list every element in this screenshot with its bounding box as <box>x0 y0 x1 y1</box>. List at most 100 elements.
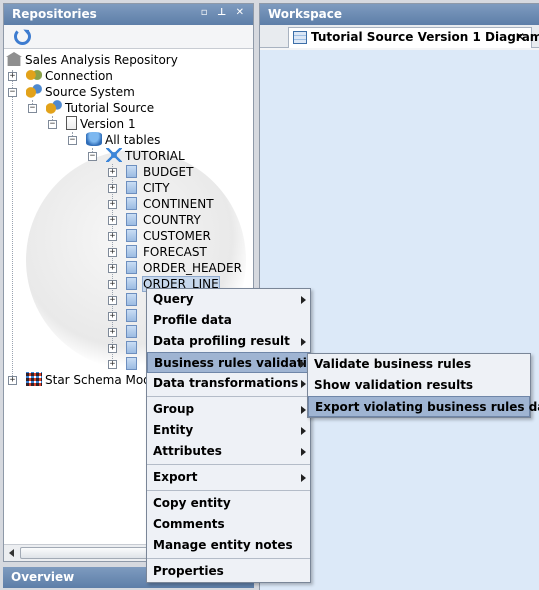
tree-item-table[interactable] <box>124 292 143 308</box>
menu-item-data-profiling-result[interactable]: Data profiling result <box>147 331 310 352</box>
menu-item-manage-entity-notes[interactable]: Manage entity notes <box>147 535 310 556</box>
workspace-title: Workspace <box>268 7 343 21</box>
tree-item-repository[interactable]: Sales Analysis Repository <box>6 52 178 68</box>
source-system-icon <box>26 84 42 98</box>
expand-toggle[interactable]: + <box>108 248 117 257</box>
submenu-arrow-icon <box>300 360 305 368</box>
tree-item-source-system[interactable]: Source System <box>26 84 135 100</box>
submenu-arrow-icon <box>301 427 306 435</box>
submenu-item-show-results[interactable]: Show validation results <box>308 375 530 396</box>
menu-item-label: Query <box>153 292 194 306</box>
menu-item-data-transformations[interactable]: Data transformations <box>147 373 310 394</box>
menu-item-label: Entity <box>153 423 194 437</box>
tree-item-all-tables[interactable]: All tables <box>86 132 160 148</box>
expand-toggle[interactable]: + <box>108 280 117 289</box>
expand-toggle[interactable]: + <box>108 360 117 369</box>
menu-item-entity[interactable]: Entity <box>147 420 310 441</box>
tree-item-table[interactable]: CONTINENT <box>124 196 214 212</box>
tree-item-label: Version 1 <box>80 117 136 131</box>
menu-item-properties[interactable]: Properties <box>147 561 310 582</box>
submenu-item-label: Export violating business rules data <box>315 400 539 414</box>
tree-item-tutorial-source[interactable]: Tutorial Source <box>46 100 154 116</box>
tree-item-star-schema[interactable]: Star Schema Mode <box>26 372 158 388</box>
submenu-arrow-icon <box>301 474 306 482</box>
collapse-toggle[interactable]: − <box>28 104 37 113</box>
tree-item-table[interactable]: FORECAST <box>124 244 207 260</box>
tree-item-connection[interactable]: Connection <box>26 68 113 84</box>
expand-toggle[interactable]: + <box>108 184 117 193</box>
tree-item-table[interactable]: BUDGET <box>124 164 193 180</box>
tree-item-label: TUTORIAL <box>125 149 185 163</box>
workspace-panel-header: Workspace <box>260 4 539 25</box>
tab-label: Tutorial Source Version 1 Diagram <box>311 30 539 44</box>
tree-item-label: Tutorial Source <box>65 101 155 115</box>
expand-toggle[interactable]: + <box>108 232 117 241</box>
tree-item-label: CONTINENT <box>143 197 214 211</box>
table-icon <box>126 293 137 306</box>
expand-toggle[interactable]: + <box>108 200 117 209</box>
menu-separator <box>147 490 310 491</box>
source-icon <box>46 100 62 114</box>
tree-item-table[interactable] <box>124 308 143 324</box>
tab-diagram[interactable]: Tutorial Source Version 1 Diagram ✕ <box>288 27 539 48</box>
tree-item-table[interactable] <box>124 340 143 356</box>
expand-toggle[interactable]: + <box>108 344 117 353</box>
expand-toggle[interactable]: + <box>108 264 117 273</box>
scroll-left-icon[interactable] <box>9 549 14 557</box>
tree-item-label: Star Schema Mode <box>45 373 159 387</box>
expand-toggle[interactable]: + <box>108 168 117 177</box>
tree-item-label: Source System <box>45 85 135 99</box>
tree-item-label: BUDGET <box>143 165 194 179</box>
tree-item-table[interactable]: CITY <box>124 180 170 196</box>
collapse-toggle[interactable]: − <box>68 136 77 145</box>
tree-item-table[interactable]: ORDER_HEADER <box>124 260 242 276</box>
collapse-toggle[interactable]: − <box>8 88 17 97</box>
tree-item-label: Connection <box>45 69 113 83</box>
tree-item-table[interactable]: COUNTRY <box>124 212 201 228</box>
collapse-toggle[interactable]: − <box>88 152 97 161</box>
business-rules-submenu: Validate business rules Show validation … <box>307 353 539 418</box>
tree-guide-line <box>12 70 13 380</box>
tree-item-schema[interactable]: TUTORIAL <box>106 148 185 164</box>
menu-item-profile-data[interactable]: Profile data <box>147 310 310 331</box>
table-icon <box>126 181 137 194</box>
menu-item-label: Group <box>153 402 195 416</box>
menu-item-label: Copy entity <box>153 496 231 510</box>
table-icon <box>126 229 137 242</box>
expand-toggle[interactable]: + <box>108 296 117 305</box>
tree-item-label: FORECAST <box>143 245 207 259</box>
submenu-item-export-violating[interactable]: Export violating business rules data <box>308 396 539 417</box>
menu-item-export[interactable]: Export <box>147 467 310 488</box>
tree-item-label: All tables <box>105 133 161 147</box>
expand-toggle[interactable]: + <box>108 328 117 337</box>
submenu-item-validate[interactable]: Validate business rules <box>308 354 530 375</box>
menu-item-business-rules-validation[interactable]: Business rules validation <box>147 352 324 373</box>
repositories-toolbar <box>4 25 253 49</box>
expand-toggle[interactable]: + <box>108 216 117 225</box>
refresh-icon[interactable] <box>14 28 31 45</box>
version-icon <box>66 116 77 130</box>
panel-window-controls[interactable]: ▫ ⊥ ✕ <box>201 7 247 18</box>
close-tab-icon[interactable]: ✕ <box>515 28 525 47</box>
tree-item-table[interactable]: CUSTOMER <box>124 228 211 244</box>
menu-separator <box>147 464 310 465</box>
menu-item-copy-entity[interactable]: Copy entity <box>147 493 310 514</box>
expand-toggle[interactable]: + <box>8 376 17 385</box>
menu-item-label: Comments <box>153 517 225 531</box>
menu-item-query[interactable]: Query <box>147 289 310 310</box>
menu-item-comments[interactable]: Comments <box>147 514 310 535</box>
repository-icon <box>6 52 22 66</box>
tree-item-table[interactable] <box>124 356 143 372</box>
tree-item-table[interactable] <box>124 324 143 340</box>
menu-item-attributes[interactable]: Attributes <box>147 441 310 462</box>
collapse-toggle[interactable]: − <box>48 120 57 129</box>
star-schema-icon <box>26 372 42 386</box>
expand-toggle[interactable]: + <box>108 312 117 321</box>
tree-item-label: CUSTOMER <box>143 229 211 243</box>
context-menu: Query Profile data Data profiling result… <box>146 288 324 583</box>
submenu-item-label: Show validation results <box>314 378 474 392</box>
tree-item-version[interactable]: Version 1 <box>64 116 136 132</box>
menu-item-group[interactable]: Group <box>147 399 310 420</box>
tree-item-label: Sales Analysis Repository <box>25 53 178 67</box>
expand-toggle[interactable]: + <box>8 72 17 81</box>
